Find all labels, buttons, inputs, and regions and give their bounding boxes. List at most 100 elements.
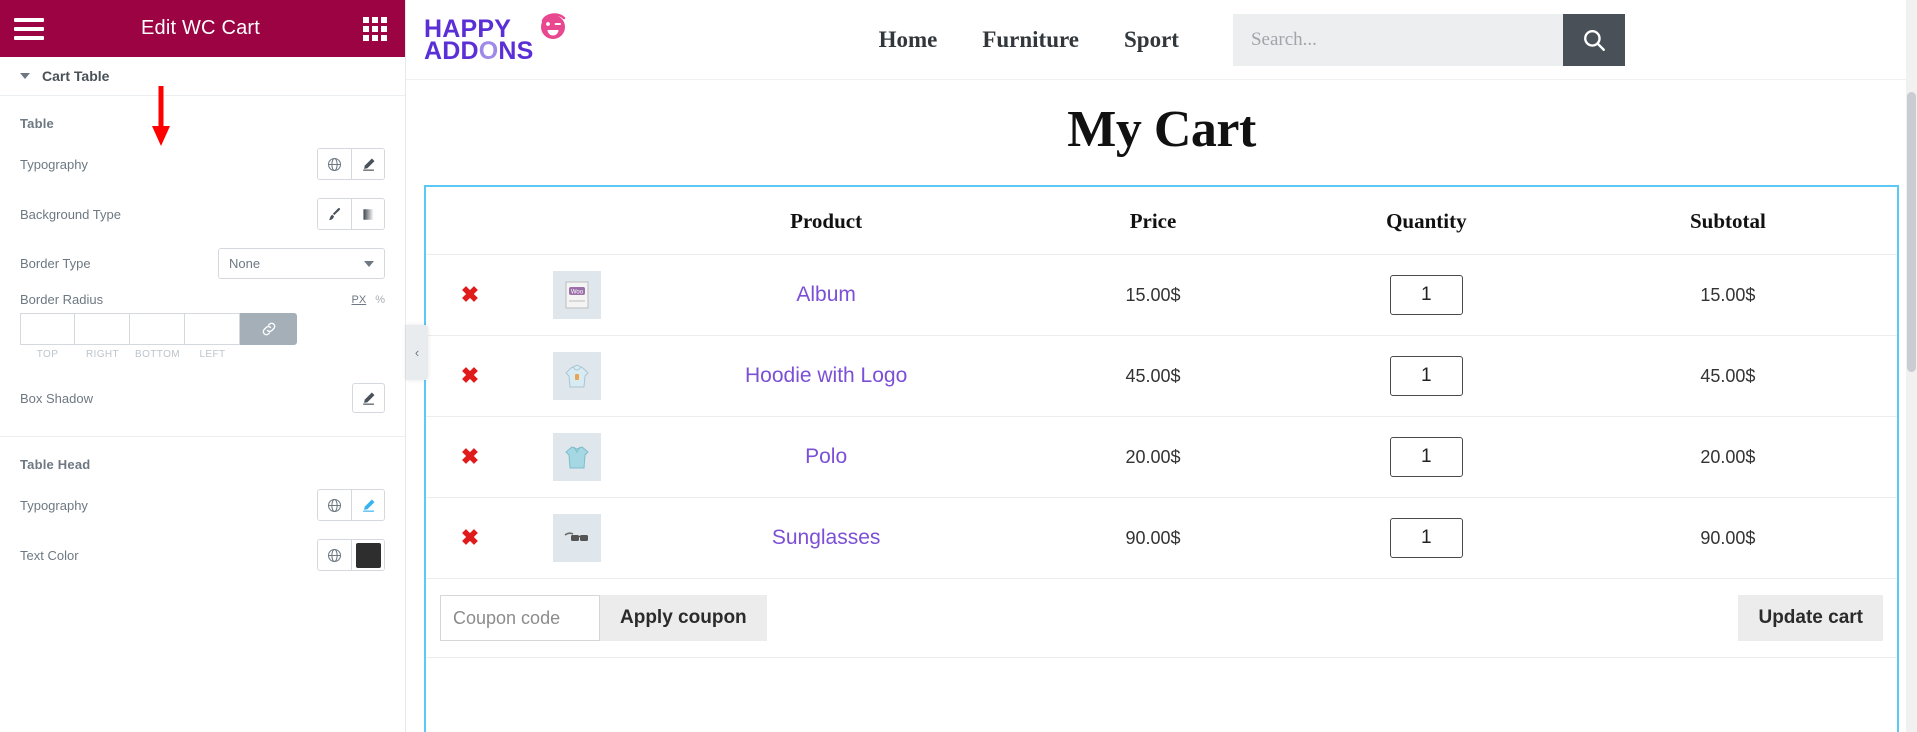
grid-apps-icon[interactable] (363, 16, 387, 41)
apply-coupon-button[interactable]: Apply coupon (600, 595, 767, 641)
product-link[interactable]: Polo (805, 445, 847, 468)
cell-quantity (1293, 254, 1559, 336)
cell-product: Hoodie with Logo (640, 335, 1013, 417)
border-type-select[interactable]: None (218, 248, 385, 279)
col-product: Product (640, 187, 1013, 255)
sunglasses-thumb-icon[interactable] (553, 514, 602, 562)
border-radius-bottom-input[interactable] (130, 313, 185, 345)
panel-collapse-handle[interactable]: ‹ (406, 325, 428, 380)
cell-price: 15.00$ (1012, 254, 1294, 336)
table-row: ✖ Sunglasses 90.00$ 1 90.00$ (426, 497, 1897, 579)
coupon-code-input[interactable] (440, 595, 600, 641)
annotation-arrow-icon (152, 86, 170, 146)
col-price: Price (1012, 187, 1294, 255)
remove-x-icon[interactable]: ✖ (461, 364, 479, 387)
pencil-edit-icon-active[interactable] (351, 490, 384, 520)
paint-brush-icon[interactable] (318, 199, 351, 229)
page-scrollbar[interactable] (1906, 0, 1917, 732)
remove-x-icon[interactable]: ✖ (461, 445, 479, 468)
text-color-buttons (317, 539, 385, 571)
quantity-input[interactable] (1389, 275, 1463, 315)
main-nav: Home Furniture Sport (879, 27, 1179, 53)
album-thumb-icon[interactable]: Woo (553, 271, 602, 319)
control-label: Text Color (20, 547, 79, 563)
quantity-input[interactable] (1389, 518, 1463, 558)
section-cart-table[interactable]: Cart Table (0, 57, 405, 96)
quantity-input[interactable] (1389, 356, 1463, 396)
typography-buttons (317, 489, 385, 521)
coupon-bar: Apply coupon Update cart (426, 595, 1897, 641)
site-header: HAPPY ADDONS Home Furniture Sport (406, 0, 1917, 80)
cart-table-widget[interactable]: Product Price Quantity Subtotal ✖ Woo Al… (424, 185, 1899, 732)
pencil-edit-icon[interactable] (352, 383, 385, 413)
globe-icon[interactable] (318, 490, 351, 520)
unit-percent[interactable]: % (375, 294, 385, 306)
nav-item-home[interactable]: Home (879, 27, 938, 53)
control-border-radius: Border Radius PX % (0, 288, 405, 309)
cell-thumbnail: Woo (513, 254, 641, 336)
link-chain-icon[interactable] (240, 313, 297, 345)
cell-price: 90.00$ (1012, 497, 1294, 579)
control-border-type: Border Type None (0, 239, 405, 288)
control-typography-table-head: Typography (0, 480, 405, 530)
pencil-edit-icon[interactable] (351, 149, 384, 179)
border-radius-left-input[interactable] (185, 313, 240, 345)
cell-remove: ✖ (426, 254, 514, 336)
remove-x-icon[interactable]: ✖ (461, 526, 479, 549)
cell-price: 45.00$ (1012, 335, 1294, 417)
control-label: Border Radius (20, 292, 104, 307)
elementor-editor-panel: Edit WC Cart Cart Table Table Typography (0, 0, 406, 732)
col-quantity: Quantity (1293, 187, 1559, 255)
control-label: Background Type (20, 206, 121, 222)
logo-line-2o: O (478, 36, 499, 65)
search-button[interactable] (1562, 13, 1625, 66)
cart-table-head: Product Price Quantity Subtotal (426, 187, 1897, 255)
panel-header: Edit WC Cart (0, 0, 405, 57)
globe-icon[interactable] (318, 149, 351, 179)
quantity-input[interactable] (1389, 437, 1463, 477)
product-link[interactable]: Sunglasses (772, 526, 881, 549)
coupon-row: Apply coupon Update cart (426, 578, 1897, 658)
border-radius-right-input[interactable] (75, 313, 130, 345)
polo-thumb-icon[interactable] (553, 433, 602, 481)
cell-quantity (1293, 416, 1559, 498)
control-label: Typography (20, 156, 88, 172)
product-link[interactable]: Hoodie with Logo (745, 364, 907, 387)
color-swatch (355, 542, 381, 568)
color-swatch-button[interactable] (351, 540, 384, 570)
nav-item-sport[interactable]: Sport (1124, 27, 1179, 53)
gradient-icon[interactable] (351, 199, 384, 229)
cell-product: Polo (640, 416, 1013, 498)
search-input[interactable] (1232, 13, 1563, 66)
nav-item-furniture[interactable]: Furniture (982, 27, 1079, 53)
cell-quantity (1293, 497, 1559, 579)
label-top: TOP (36, 349, 59, 360)
cell-coupon: Apply coupon Update cart (426, 578, 1897, 658)
site-logo[interactable]: HAPPY ADDONS (406, 12, 569, 65)
control-text-color: Text Color (0, 530, 405, 580)
cell-subtotal: 45.00$ (1558, 335, 1897, 417)
logo-line-2b: NS (498, 36, 534, 65)
table-header-row: Product Price Quantity Subtotal (426, 187, 1897, 255)
scrollbar-thumb[interactable] (1907, 92, 1916, 372)
border-radius-top-input[interactable] (20, 313, 75, 345)
border-type-select-wrap: None (218, 248, 385, 279)
border-radius-inputs (0, 309, 405, 345)
hoodie-thumb-icon[interactable] (553, 352, 602, 400)
cell-product: Sunglasses (640, 497, 1013, 579)
group-label-table: Table (20, 116, 54, 131)
update-cart-button[interactable]: Update cart (1738, 595, 1883, 641)
product-link[interactable]: Album (796, 283, 856, 306)
label-right: RIGHT (85, 349, 120, 360)
caret-down-icon (20, 73, 30, 79)
border-radius-labels: TOP RIGHT BOTTOM LEFT (0, 345, 405, 360)
cell-remove: ✖ (426, 416, 514, 498)
label-left: LEFT (199, 349, 226, 360)
cell-thumbnail (513, 416, 641, 498)
globe-icon[interactable] (318, 540, 351, 570)
page-title: My Cart (1067, 101, 1256, 158)
col-subtotal: Subtotal (1558, 187, 1897, 255)
unit-px[interactable]: PX (352, 294, 367, 306)
remove-x-icon[interactable]: ✖ (461, 283, 479, 306)
control-label: Box Shadow (20, 390, 93, 406)
